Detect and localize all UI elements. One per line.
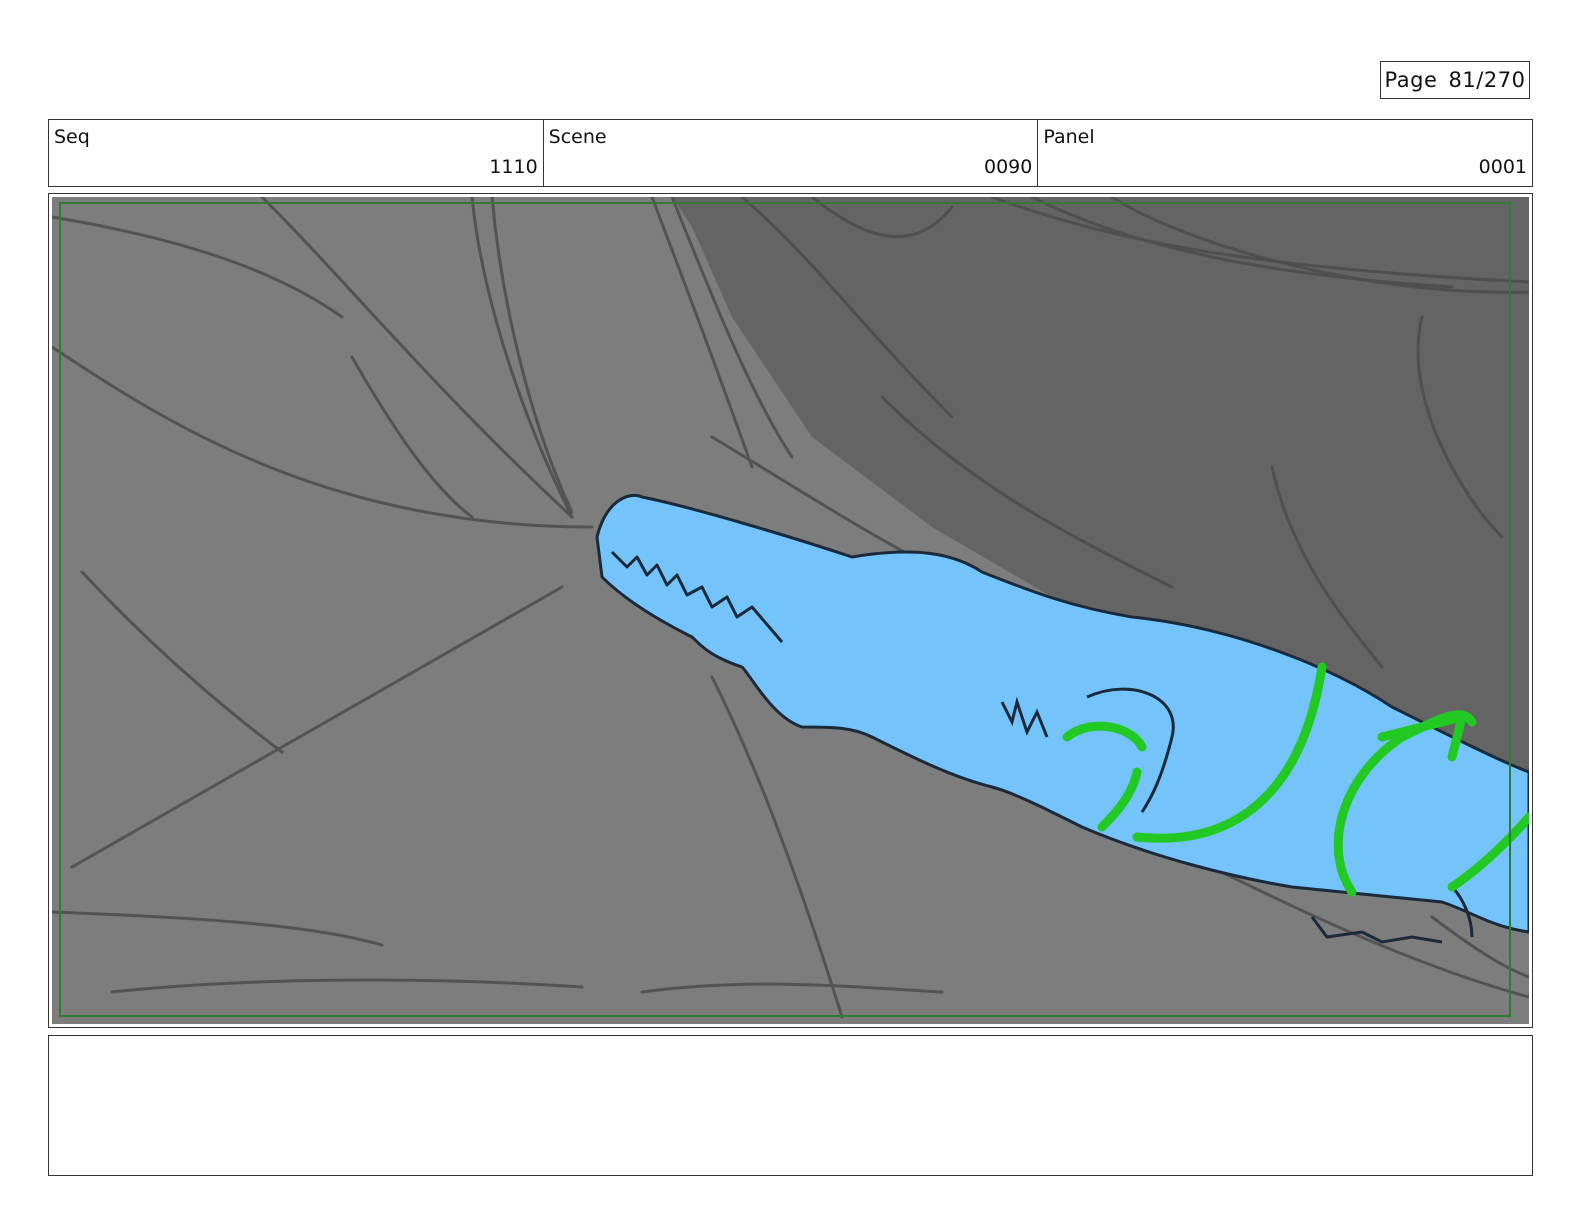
panel-cell: Panel 0001: [1038, 120, 1532, 186]
notes-box: [48, 1035, 1533, 1176]
seq-value: 1110: [489, 156, 538, 178]
page-number: Page 81/270: [1380, 61, 1530, 99]
seq-cell: Seq 1110: [49, 120, 544, 186]
scene-value: 0090: [983, 156, 1033, 178]
scene-label: Scene: [548, 126, 607, 148]
seq-label: Seq: [54, 126, 90, 148]
panel-label: Panel: [1043, 126, 1095, 148]
storyboard-frame: [48, 193, 1533, 1028]
crocodile-sketch-image: [52, 197, 1529, 1024]
scene-cell: Scene 0090: [544, 120, 1039, 186]
panel-value: 0001: [1478, 156, 1528, 178]
panel-header: Seq 1110 Scene 0090 Panel 0001: [48, 119, 1533, 187]
